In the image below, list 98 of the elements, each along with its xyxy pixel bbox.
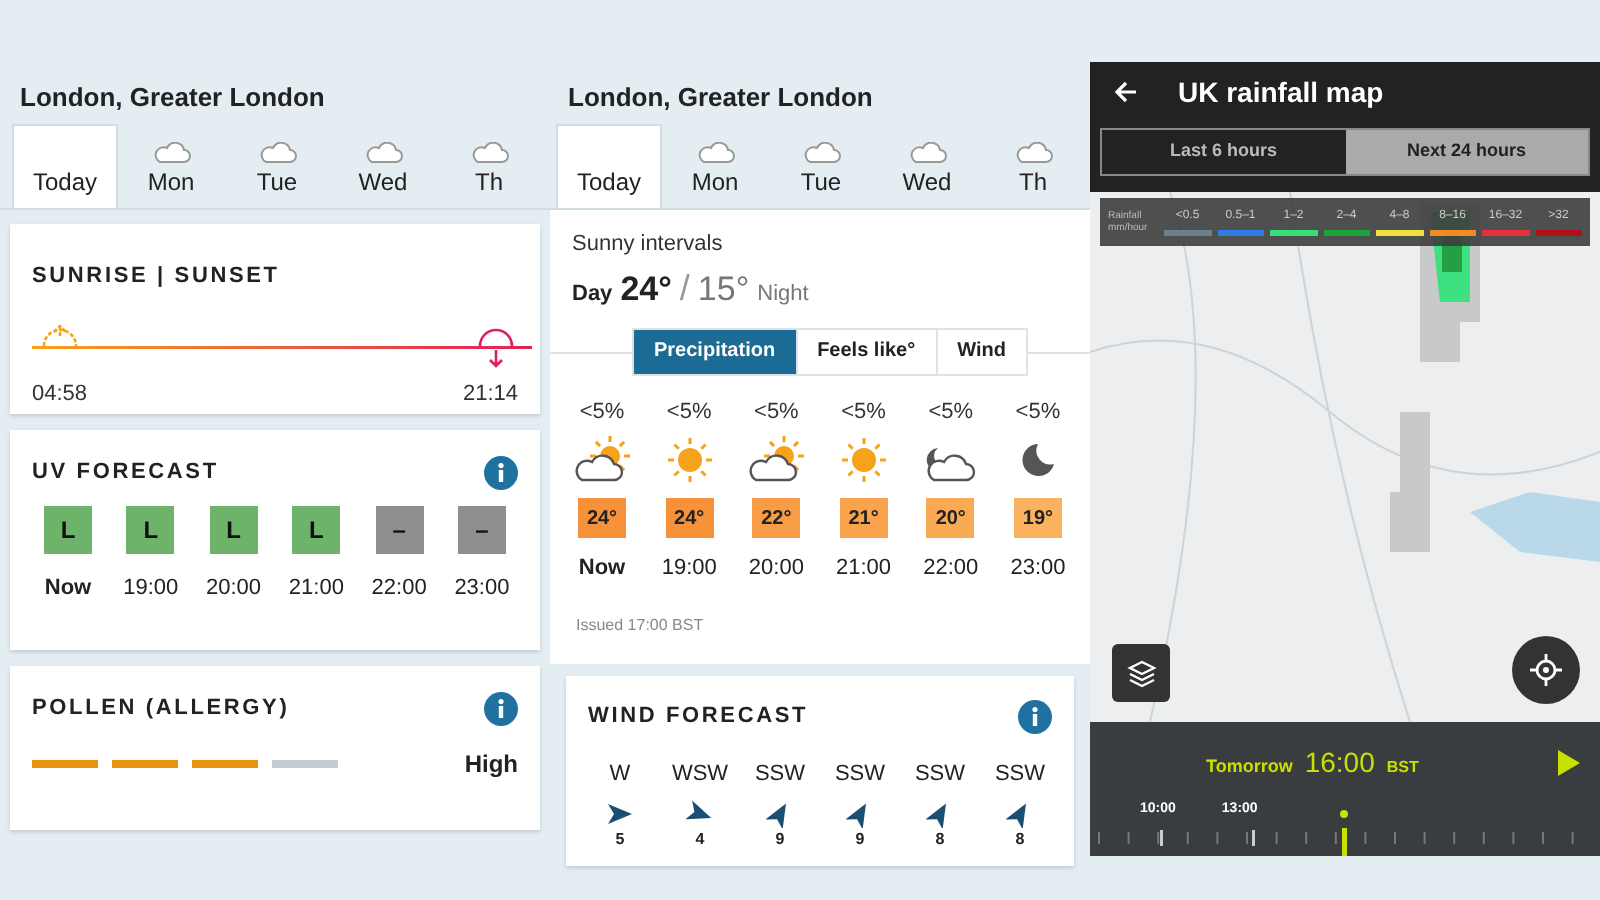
temperature-badge: 21°	[839, 498, 888, 538]
timeline-zone: BST	[1386, 756, 1419, 780]
night-temperature: 15°	[697, 267, 750, 311]
layers-button[interactable]	[1112, 644, 1170, 702]
range-tab[interactable]: Next 24 hours	[1345, 130, 1588, 174]
cloud-icon	[801, 142, 841, 164]
mode-tab[interactable]: Precipitation	[634, 329, 796, 373]
rain-chance: <5%	[841, 397, 886, 427]
uv-time: 20:00	[206, 574, 262, 604]
timeline-day: Tomorrow	[1206, 754, 1293, 781]
sun-icon	[839, 436, 888, 484]
wind-direction: SSW	[994, 760, 1046, 790]
mode-tab[interactable]: Wind	[935, 329, 1026, 373]
hour-time: 19:00	[661, 554, 717, 584]
day-tab[interactable]: Wed	[330, 124, 436, 208]
rain-chance: <5%	[754, 397, 799, 427]
back-arrow-icon[interactable]	[1114, 80, 1138, 104]
day-tab[interactable]: Th	[980, 124, 1086, 208]
hour-time: Now	[578, 554, 626, 584]
wind-direction: SSW	[754, 760, 806, 790]
wind-direction: SSW	[834, 760, 886, 790]
info-icon[interactable]	[484, 456, 518, 490]
temperature-badge: 20°	[926, 498, 975, 538]
sun-icon	[665, 436, 714, 484]
card-title: SUNRISE | SUNSET	[32, 264, 280, 288]
pollen-level: High	[464, 748, 518, 782]
day-tab[interactable]: Mon	[662, 124, 768, 208]
temperature-badge: 19°	[1013, 498, 1062, 538]
temperature-badge: 24°	[578, 498, 626, 538]
uv-index: –	[457, 506, 506, 554]
wind-speed: 4	[695, 827, 705, 851]
sun-cloud-icon	[574, 436, 630, 484]
day-tab[interactable]: Today	[12, 124, 118, 208]
cloud-icon	[363, 142, 403, 164]
uv-time: 21:00	[288, 574, 344, 604]
mode-tab[interactable]: Feels like°	[795, 329, 936, 373]
location-title: London, Greater London	[568, 79, 873, 115]
uv-time: 22:00	[371, 574, 427, 604]
weather-summary: Sunny intervals	[572, 230, 725, 260]
hour-time: 20:00	[748, 554, 804, 584]
cloud-icon	[907, 142, 947, 164]
day-tab[interactable]: Tue	[768, 124, 874, 208]
day-tab[interactable]: Wed	[874, 124, 980, 208]
info-icon[interactable]	[1018, 700, 1052, 734]
play-button[interactable]	[1558, 750, 1580, 776]
day-tab[interactable]: Tue	[224, 124, 330, 208]
uv-time: 23:00	[454, 574, 510, 604]
location-title: London, Greater London	[20, 79, 325, 115]
card-title: POLLEN (ALLERGY)	[32, 694, 290, 725]
hour-time: 23:00	[1010, 554, 1066, 584]
hour-time: 22:00	[923, 554, 979, 584]
wind-speed: 9	[855, 827, 865, 851]
uv-index: –	[375, 506, 424, 554]
wind-speed: 5	[615, 827, 625, 851]
temperature-badge: 24°	[665, 498, 714, 538]
layers-icon	[1125, 657, 1157, 689]
wind-speed: 8	[1015, 827, 1025, 851]
locate-icon	[1530, 654, 1562, 686]
cloud-icon	[695, 142, 735, 164]
wind-arrow-icon	[606, 799, 634, 827]
card-title: WIND FORECAST	[588, 702, 809, 733]
wind-direction: SSW	[914, 760, 966, 790]
day-tab[interactable]: Today	[556, 124, 662, 208]
info-icon[interactable]	[484, 692, 518, 726]
temperature-badge: 22°	[752, 498, 801, 538]
wind-speed: 9	[775, 827, 785, 851]
temperature-separator: /	[679, 265, 690, 311]
uv-index: L	[209, 506, 258, 554]
day-tab[interactable]: Mon	[118, 124, 224, 208]
day-label: Day	[572, 279, 613, 309]
cloud-icon	[1013, 142, 1053, 164]
timeline-time: 16:00	[1304, 744, 1375, 782]
day-tab[interactable]: Th	[436, 124, 542, 208]
uv-index: L	[292, 506, 341, 554]
wind-speed: 8	[935, 827, 945, 851]
play-icon	[1558, 750, 1580, 776]
map-title: UK rainfall map	[1178, 73, 1384, 112]
uv-time: 19:00	[123, 574, 179, 604]
uv-time: Now	[44, 574, 92, 604]
wind-direction: WSW	[671, 760, 729, 790]
cloud-icon	[469, 142, 509, 164]
rain-chance: <5%	[666, 397, 712, 427]
cloud-icon	[151, 142, 191, 164]
sun-cloud-icon	[748, 436, 805, 484]
card-title: UV FORECAST	[32, 458, 219, 489]
wind-direction: W	[609, 760, 631, 790]
night-label: Night	[757, 279, 809, 309]
rain-chance: <5%	[1015, 397, 1061, 427]
sunset-time: 21:14	[462, 380, 518, 410]
rain-chance: <5%	[928, 397, 974, 427]
cloud-icon	[257, 142, 297, 164]
day-temperature: 24°	[620, 267, 672, 311]
uv-index: L	[126, 506, 175, 554]
uv-index: L	[44, 506, 92, 554]
sunrise-time: 04:58	[32, 380, 88, 410]
rain-chance: <5%	[579, 397, 625, 427]
hour-time: 21:00	[836, 554, 892, 584]
issued-time: Issued 17:00 BST	[576, 613, 706, 637]
